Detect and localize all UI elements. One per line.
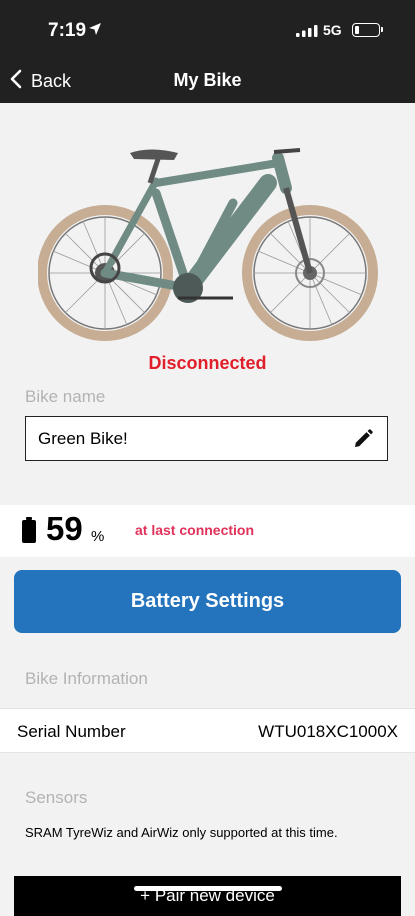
serial-number-row: Serial Number WTU018XC1000X <box>0 708 415 753</box>
serial-number-value: WTU018XC1000X <box>258 722 398 741</box>
last-connection-note: at last connection <box>135 522 255 538</box>
phone-battery-icon <box>352 23 380 37</box>
location-arrow-icon <box>88 22 102 41</box>
status-bar: 7:19 5G <box>0 0 415 58</box>
battery-status-row: 59 % at last connection <box>0 505 415 557</box>
pair-new-device-button[interactable]: + Pair new device <box>14 876 401 916</box>
battery-percent: 59 <box>46 510 83 547</box>
sensors-support-note: SRAM TyreWiz and AirWiz only supported a… <box>25 825 338 840</box>
battery-icon <box>22 517 36 548</box>
phone-battery-nub <box>381 27 383 32</box>
bike-image <box>37 148 378 349</box>
home-indicator <box>134 886 282 891</box>
connection-status: Disconnected <box>148 353 267 373</box>
battery-settings-button[interactable]: Battery Settings <box>14 570 401 633</box>
page-title: My Bike <box>173 70 242 90</box>
sensors-header: Sensors <box>25 788 88 807</box>
bike-name-field <box>25 416 388 461</box>
navigation-bar: Back My Bike <box>0 58 415 103</box>
status-time: 7:19 <box>48 20 87 41</box>
edit-pencil-icon[interactable] <box>353 429 373 454</box>
bike-information-header: Bike Information <box>25 669 148 688</box>
bike-name-label: Bike name <box>25 387 106 406</box>
cellular-signal-icon <box>296 24 318 42</box>
battery-percent-unit: % <box>91 528 105 545</box>
bike-name-input[interactable] <box>36 417 340 461</box>
serial-number-label: Serial Number <box>17 722 126 741</box>
network-type: 5G <box>323 22 342 38</box>
